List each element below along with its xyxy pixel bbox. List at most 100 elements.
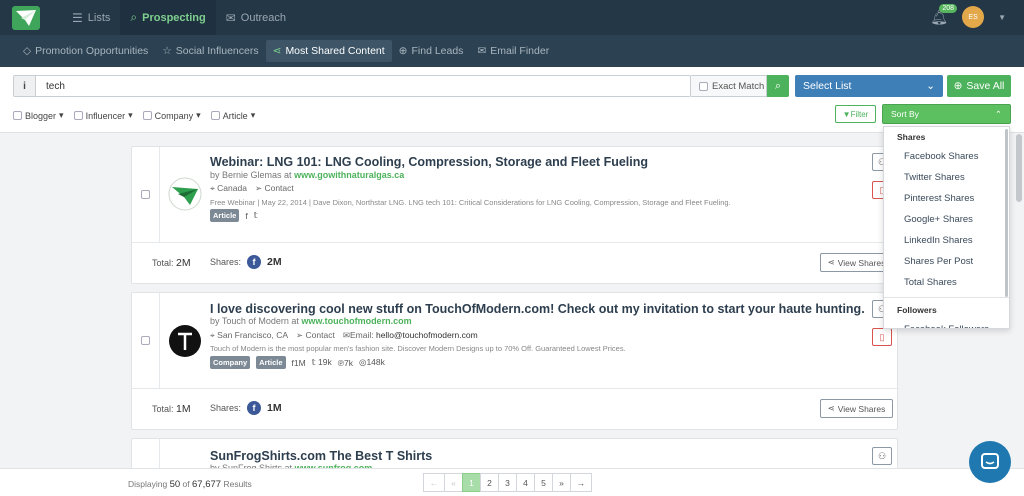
menu-item-total-shares[interactable]: Total Shares xyxy=(884,272,1009,293)
prev-page-button[interactable]: « xyxy=(444,473,463,492)
result-title[interactable]: SunFrogShirts.com The Best T Shirts xyxy=(210,449,432,463)
tag-badge: Company xyxy=(210,356,251,369)
shares-label: Shares: xyxy=(210,257,242,267)
filter-blogger[interactable]: Blogger ▾ xyxy=(13,110,64,121)
tab-label: Find Leads xyxy=(411,45,464,57)
select-list-dropdown[interactable]: Select List ⌄ xyxy=(795,75,943,97)
filter-company[interactable]: Company ▾ xyxy=(142,110,201,121)
page-2-button[interactable]: 2 xyxy=(480,473,499,492)
chat-widget-button[interactable] xyxy=(969,441,1011,483)
twitter-icon[interactable]: 𝕥 xyxy=(254,210,258,221)
count-value: 148k xyxy=(366,357,385,367)
menu-item-facebook-followers[interactable]: Facebook Followers xyxy=(884,319,1009,328)
exact-match-toggle[interactable]: Exact Match xyxy=(691,75,767,97)
page-scrollbar[interactable] xyxy=(1016,134,1022,202)
contact-link[interactable]: ➢ Contact xyxy=(296,330,335,341)
menu-item-pinterest-shares[interactable]: Pinterest Shares xyxy=(884,188,1009,209)
menu-scrollbar[interactable] xyxy=(1005,129,1008,297)
result-description: Free Webinar | May 22, 2014 | Dave Dixon… xyxy=(210,198,731,207)
filter-label: Company xyxy=(154,110,194,121)
info-icon[interactable]: i xyxy=(14,76,36,96)
menu-item-twitter-shares[interactable]: Twitter Shares xyxy=(884,167,1009,188)
filter-label: Influencer xyxy=(85,110,126,121)
delete-button[interactable]: ▯ xyxy=(872,328,892,346)
send-icon: ➢ xyxy=(296,330,304,340)
location-text: San Francisco, CA xyxy=(217,330,289,340)
menu-item-linkedin-shares[interactable]: LinkedIn Shares xyxy=(884,230,1009,251)
save-all-button[interactable]: ⊕ Save All xyxy=(947,75,1011,97)
caret-down-icon: ▾ xyxy=(250,110,256,120)
result-card: Webinar: LNG 101: LNG Cooling, Compressi… xyxy=(131,146,899,284)
count-value: 19k xyxy=(318,357,332,367)
result-checkbox[interactable] xyxy=(141,190,150,199)
tab-find-leads[interactable]: ⊕ Find Leads xyxy=(392,40,471,62)
menu-item-shares-per-post[interactable]: Shares Per Post xyxy=(884,251,1009,272)
result-byline: by Touch of Modern at www.touchofmodern.… xyxy=(210,316,412,326)
chevron-down-icon[interactable]: ▼ xyxy=(998,13,1006,22)
add-contact-button[interactable]: ⚇ xyxy=(872,447,892,465)
caret-down-icon: ▾ xyxy=(59,110,64,120)
exact-match-checkbox[interactable] xyxy=(699,81,708,91)
checkbox[interactable] xyxy=(73,111,83,120)
first-page-button[interactable]: ← xyxy=(423,473,445,492)
nav-lists[interactable]: ☰ Lists xyxy=(62,0,120,35)
last-page-button[interactable]: → xyxy=(570,473,592,492)
page-3-button[interactable]: 3 xyxy=(498,473,517,492)
next-page-button[interactable]: » xyxy=(552,473,571,492)
result-site-link[interactable]: www.gowithnaturalgas.ca xyxy=(294,170,404,180)
tab-social-influencers[interactable]: ☆ Social Influencers xyxy=(155,40,265,62)
tab-most-shared-content[interactable]: ⋖ Most Shared Content xyxy=(265,40,392,62)
checkbox[interactable] xyxy=(13,111,22,120)
notifications-button[interactable]: 🔔︎ 208 xyxy=(930,3,958,26)
result-thumbnail xyxy=(168,177,202,211)
menu-item-google-shares[interactable]: Google+ Shares xyxy=(884,209,1009,230)
tab-email-finder[interactable]: ✉ Email Finder xyxy=(470,40,556,62)
page-5-button[interactable]: 5 xyxy=(534,473,553,492)
filter-influencer[interactable]: Influencer ▾ xyxy=(73,110,133,121)
tab-label: Most Shared Content xyxy=(285,45,385,57)
select-list-label: Select List xyxy=(803,80,852,92)
facebook-count[interactable]: f1M xyxy=(292,358,306,368)
page-4-button[interactable]: 4 xyxy=(516,473,535,492)
funnel-icon: ▼ xyxy=(842,109,851,119)
result-tags: Article f 𝕥 xyxy=(210,209,258,222)
checkbox[interactable] xyxy=(142,111,152,120)
app-logo[interactable] xyxy=(12,5,40,30)
shares-breakdown: Shares: f 1M xyxy=(210,401,282,415)
result-meta: ⌖ San Francisco, CA ➢ Contact ✉Email: he… xyxy=(210,330,478,341)
total-results: 67,677 xyxy=(192,479,222,490)
twitter-count[interactable]: 𝕥 19k xyxy=(312,357,332,368)
page-1-button[interactable]: 1 xyxy=(462,473,481,492)
nav-prospecting[interactable]: ⌕ Prospecting xyxy=(120,0,216,35)
share-icon: ⋖ xyxy=(827,257,835,267)
result-title[interactable]: Webinar: LNG 101: LNG Cooling, Compressi… xyxy=(210,155,648,169)
location-text: Canada xyxy=(217,183,247,193)
result-tags: Company Article f1M 𝕥 19k ℗7k ◎148k xyxy=(210,356,385,369)
tab-promotion-opportunities[interactable]: ◇ Promotion Opportunities xyxy=(16,40,155,62)
result-title[interactable]: I love discovering cool new stuff on Tou… xyxy=(210,302,865,316)
total-label: Total: xyxy=(152,258,174,268)
view-shares-button[interactable]: ⋖ View Shares xyxy=(820,399,893,418)
result-card: I love discovering cool new stuff on Tou… xyxy=(131,292,899,430)
user-avatar[interactable]: ES xyxy=(962,6,985,28)
contact-link[interactable]: ➢ Contact xyxy=(255,183,294,194)
search-input[interactable]: tech xyxy=(36,81,690,92)
checkbox[interactable] xyxy=(210,111,220,120)
nav-outreach[interactable]: ✉ Outreach xyxy=(216,0,296,35)
view-shares-label: View Shares xyxy=(837,257,886,268)
share-icon: ⋖ xyxy=(272,45,282,57)
sort-by-dropdown[interactable]: Sort By ⌃ xyxy=(882,104,1011,124)
filter-button[interactable]: ▼ Filter xyxy=(835,105,876,123)
result-thumbnail xyxy=(168,324,202,358)
search-button[interactable]: ⌕ xyxy=(767,75,789,97)
facebook-icon[interactable]: f xyxy=(245,211,247,221)
menu-item-facebook-shares[interactable]: Facebook Shares xyxy=(884,146,1009,167)
result-checkbox[interactable] xyxy=(141,336,150,345)
pinterest-count[interactable]: ℗7k xyxy=(338,358,353,368)
instagram-count[interactable]: ◎148k xyxy=(359,357,385,368)
shares-label: Shares: xyxy=(210,403,242,413)
chat-bubble-icon xyxy=(981,453,999,469)
filter-article[interactable]: Article ▾ xyxy=(210,110,256,121)
email-value[interactable]: hello@touchofmodern.com xyxy=(376,330,478,340)
result-site-link[interactable]: www.touchofmodern.com xyxy=(301,316,411,326)
